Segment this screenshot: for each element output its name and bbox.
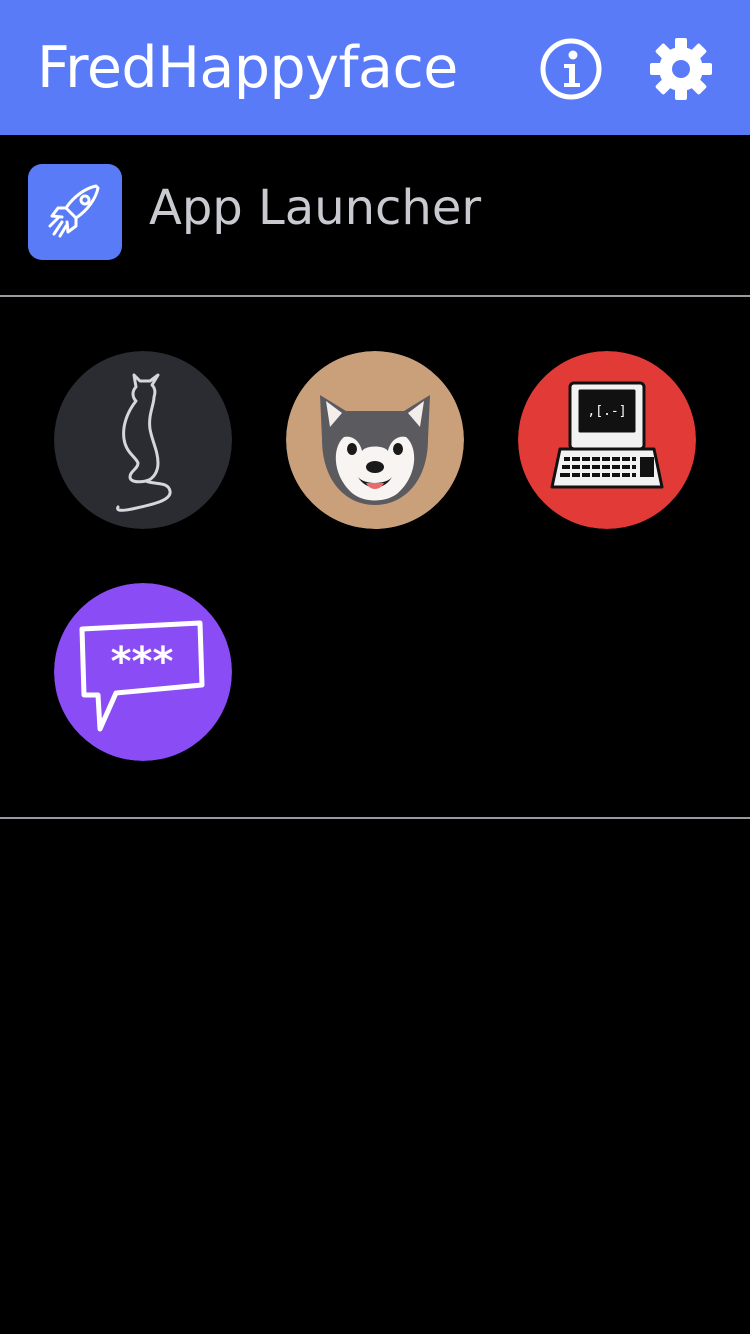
shiba-dog-icon xyxy=(286,351,464,529)
app-launcher-icon-tile xyxy=(28,164,122,260)
app-dog-button[interactable] xyxy=(286,351,464,529)
password-chat-icon: *** xyxy=(54,583,232,761)
app-title: FredHappyface xyxy=(37,35,458,101)
app-launcher-label: App Launcher xyxy=(149,180,482,236)
svg-text:,[.-]: ,[.-] xyxy=(587,404,626,419)
rocket-icon xyxy=(48,184,100,238)
divider xyxy=(0,295,750,297)
app-header: FredHappyface xyxy=(0,0,750,135)
gear-icon xyxy=(650,38,712,100)
info-button[interactable] xyxy=(538,36,604,102)
cat-icon xyxy=(54,351,232,529)
app-terminal-button[interactable]: ,[.-] xyxy=(518,351,696,529)
app-cat-button[interactable] xyxy=(54,351,232,529)
info-icon xyxy=(540,38,602,100)
svg-text:***: *** xyxy=(111,639,174,685)
divider xyxy=(0,817,750,819)
app-password-button[interactable]: *** xyxy=(54,583,232,761)
app-launcher-row[interactable]: App Launcher xyxy=(0,135,750,296)
retro-computer-icon: ,[.-] xyxy=(518,351,696,529)
settings-button[interactable] xyxy=(648,36,714,102)
